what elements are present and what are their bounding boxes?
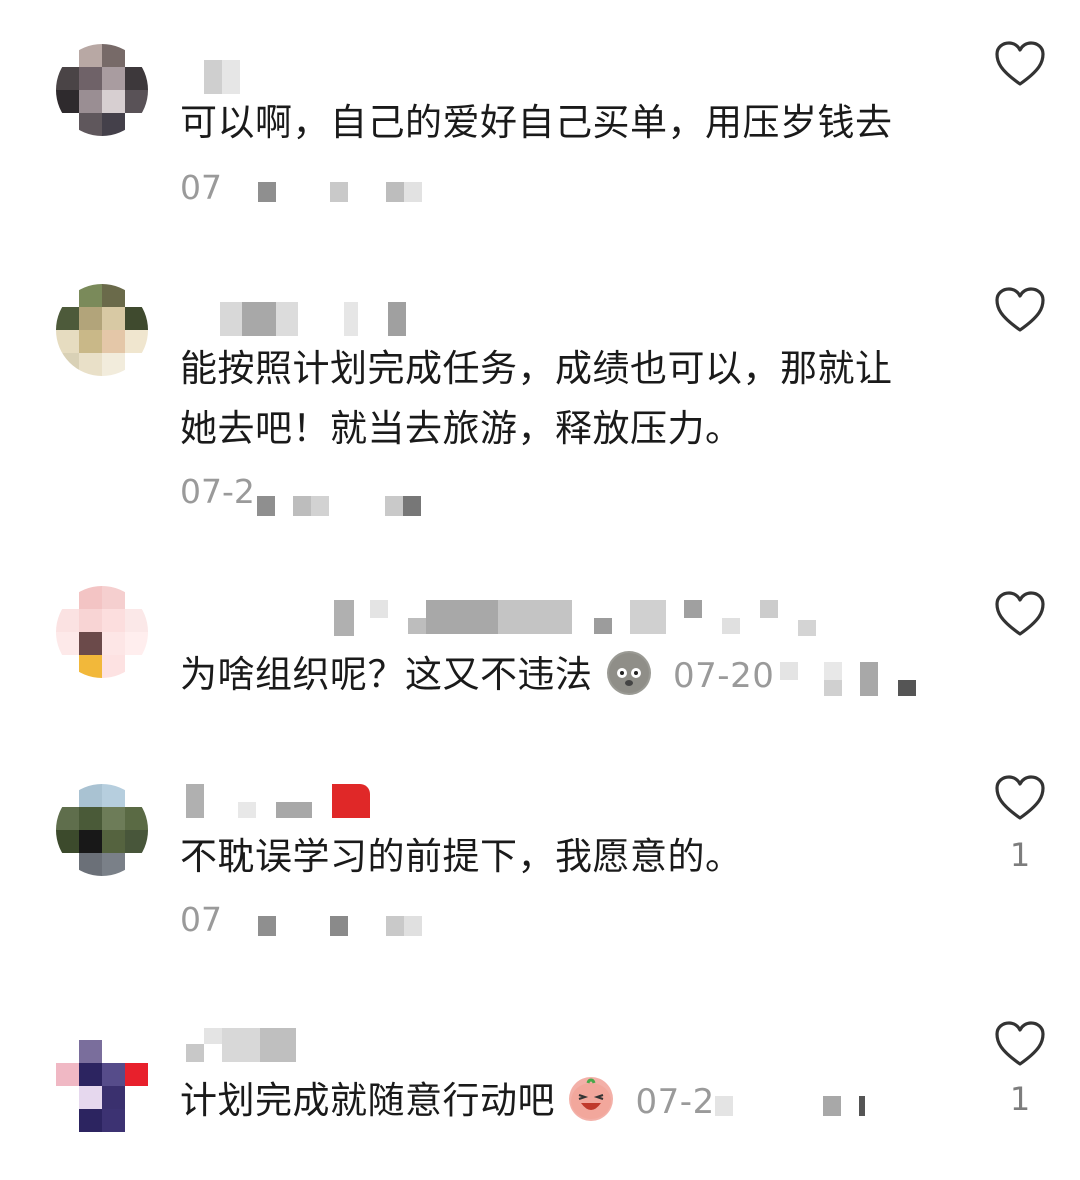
heart-outline-icon (995, 591, 1045, 636)
username-blurred[interactable] (330, 600, 970, 636)
like-button[interactable] (994, 1020, 1046, 1068)
date-location-blurred (220, 916, 430, 936)
comment-date: 07-2 (180, 472, 255, 511)
avatar[interactable] (56, 1040, 148, 1132)
date-location-blurred (760, 662, 920, 696)
comment-item: 为啥组织呢？这又不违法 07-20 (0, 580, 1080, 730)
comment-item: 不耽误学习的前提下，我愿意的。 07 1 (0, 770, 1080, 970)
avatar[interactable] (56, 586, 148, 678)
username-blurred[interactable] (184, 302, 414, 336)
comment-item: 计划完成就随意行动吧 07-2 1 (0, 1010, 1080, 1180)
heart-outline-icon (995, 775, 1045, 820)
comment-text-line-2: 她去吧！就当去旅游，释放压力。 (180, 407, 743, 450)
comment-date: 07-2 (635, 1082, 715, 1122)
comment-date: 07 (180, 900, 222, 939)
comment-text-content: 计划完成就随意行动吧 (180, 1079, 555, 1122)
username-blurred[interactable] (184, 784, 384, 818)
like-count: 1 (1009, 1080, 1031, 1118)
laughing-face-icon (571, 1078, 612, 1119)
comment-item: 能按照计划完成任务，成绩也可以，那就让 她去吧！就当去旅游，释放压力。 07-2 (0, 270, 1080, 570)
like-button[interactable] (994, 40, 1046, 88)
laughing-face-emoji (569, 1077, 614, 1121)
date-location-blurred (255, 496, 425, 516)
comment-text: 可以啊，自己的爱好自己买单，用压岁钱去 (180, 101, 893, 144)
heart-outline-icon (995, 287, 1045, 332)
avatar[interactable] (56, 784, 148, 876)
comment-text: 不耽误学习的前提下，我愿意的。 (180, 835, 743, 878)
sweat-face-emoji (606, 651, 651, 695)
date-location-blurred (715, 1096, 875, 1116)
comment-text-content: 为啥组织呢？这又不违法 (180, 653, 593, 696)
avatar[interactable] (56, 284, 148, 376)
like-button[interactable] (994, 590, 1046, 638)
like-button[interactable] (994, 286, 1046, 334)
heart-outline-icon (995, 1021, 1045, 1066)
like-count: 1 (1009, 836, 1031, 874)
heart-outline-icon (995, 41, 1045, 86)
comment-date: 07 (180, 168, 222, 207)
comment-item: 可以啊，自己的爱好自己买单，用压岁钱去 07 (0, 0, 1080, 240)
date-location-blurred (220, 182, 430, 202)
comment-text-line-1: 能按照计划完成任务，成绩也可以，那就让 (180, 347, 893, 390)
avatar[interactable] (56, 44, 148, 136)
sweat-face-icon (608, 653, 649, 693)
username-blurred[interactable] (184, 1028, 344, 1062)
like-button[interactable] (994, 774, 1046, 822)
username-blurred[interactable] (184, 60, 244, 94)
